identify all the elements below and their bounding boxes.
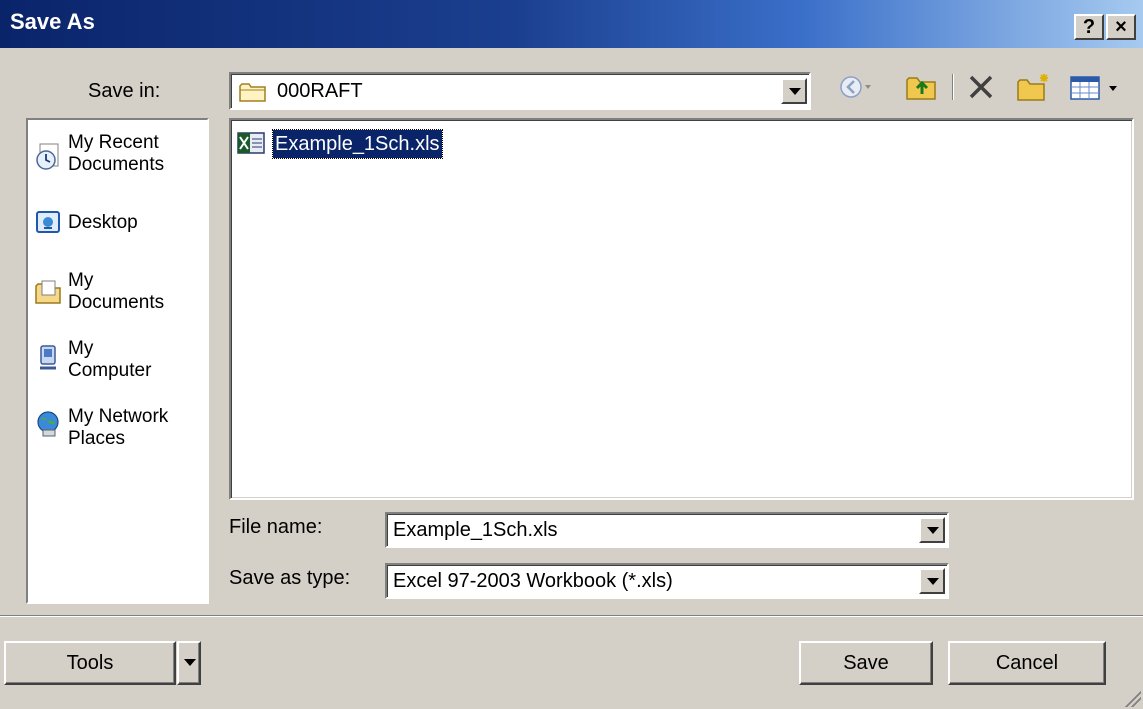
tools-label: Tools [66, 652, 114, 674]
place-label: Desktop [68, 212, 138, 233]
cancel-button[interactable]: Cancel [948, 641, 1106, 685]
tools-dropdown-arrow[interactable] [177, 641, 201, 685]
my-computer-icon [40, 345, 56, 370]
save-in-dropdown[interactable]: 000RAFT [229, 72, 811, 110]
file-name-field[interactable]: Example_1Sch.xls [385, 512, 949, 548]
file-name: Example_1Sch.xls [272, 129, 443, 159]
tools-button[interactable]: Tools [4, 641, 176, 685]
file-name-label: File name: [229, 516, 323, 538]
delete-icon[interactable] [965, 72, 997, 102]
places-bar: My Recent Documents Desktop My Documents M… [26, 118, 209, 604]
place-label: My Computer [68, 338, 152, 381]
recent-documents-icon [36, 143, 59, 170]
toolbar-separator [952, 74, 954, 100]
help-button[interactable]: ? [1074, 14, 1104, 40]
back-icon[interactable] [838, 72, 872, 102]
views-icon[interactable] [1068, 72, 1122, 102]
excel-file-icon [237, 132, 265, 154]
window-title: Save As [10, 9, 95, 34]
place-label: My Documents [68, 270, 165, 313]
my-documents-icon [35, 280, 61, 304]
save-in-dropdown-arrow[interactable] [781, 78, 807, 104]
up-folder-icon[interactable] [905, 72, 939, 102]
chevron-down-icon [184, 659, 196, 666]
desktop-icon [36, 211, 60, 233]
save-type-label: Save as type: [229, 567, 351, 589]
save-button[interactable]: Save [799, 641, 933, 685]
place-label: My Recent Documents [68, 132, 165, 175]
close-button[interactable]: × [1106, 14, 1136, 40]
save-type-dropdown[interactable]: Excel 97-2003 Workbook (*.xls) [385, 563, 949, 599]
save-type-value: Excel 97-2003 Workbook (*.xls) [393, 570, 673, 592]
new-folder-icon[interactable] [1016, 72, 1052, 102]
file-name-dropdown-arrow[interactable] [919, 517, 945, 543]
file-list[interactable]: Example_1Sch.xls [229, 118, 1134, 500]
resize-grip[interactable] [1123, 689, 1141, 707]
file-name-value: Example_1Sch.xls [393, 519, 558, 541]
separator [0, 615, 1143, 617]
save-in-value: 000RAFT [277, 80, 363, 102]
save-type-dropdown-arrow[interactable] [919, 568, 945, 594]
folder-icon [239, 83, 266, 102]
network-places-icon [37, 411, 59, 437]
title-bar: Save As ? × [0, 0, 1143, 48]
place-label: My Network Places [68, 406, 169, 449]
save-in-label: Save in: [88, 80, 161, 102]
